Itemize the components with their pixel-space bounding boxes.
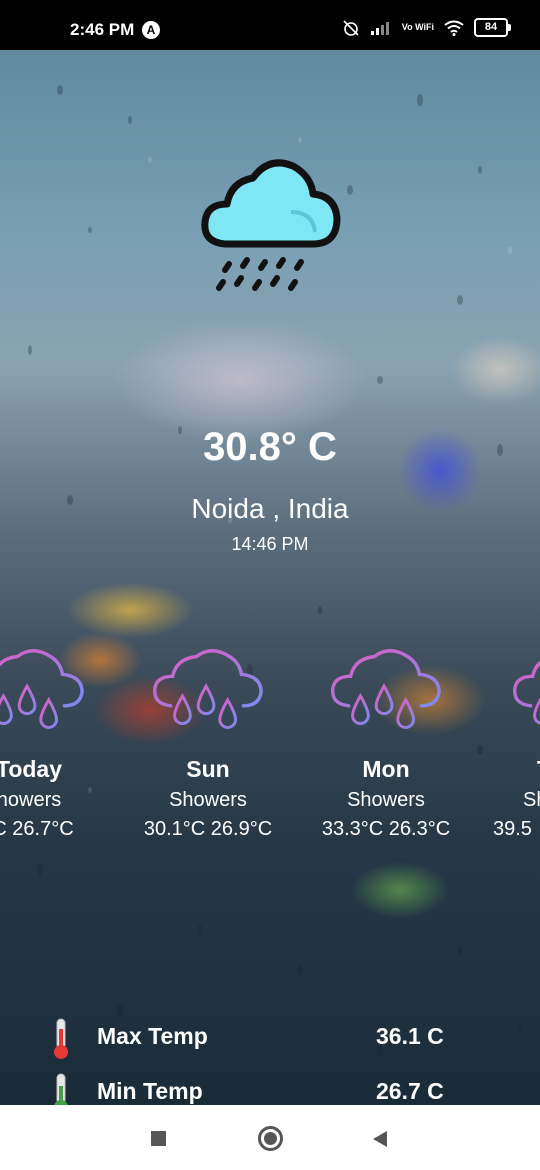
detail-label: Min Temp [97, 1078, 203, 1104]
current-location: Noida , India [191, 493, 349, 524]
a-circle-icon: A [142, 21, 160, 39]
detail-value: 26.7 C [376, 1078, 444, 1104]
current-time: 14:46 PM [231, 534, 309, 554]
status-bar: 2:46 PM A Vo WiFi 84 [0, 0, 540, 50]
forecast-condition: Showers [169, 789, 247, 811]
showers-icon [0, 648, 88, 738]
showers-icon [149, 648, 267, 738]
back-button[interactable] [372, 1131, 388, 1147]
forecast-card-sun[interactable]: Sun Showers 30.1°C 26.9°C [128, 648, 288, 841]
status-time: 2:46 PM [70, 20, 135, 39]
thermometer-hot-icon [54, 1018, 68, 1059]
forecast-card-mon[interactable]: Mon Showers 33.3°C 26.3°C [306, 648, 466, 841]
forecast-temps: 33.3°C 26.3°C [321, 818, 451, 840]
status-icons: Vo WiFi 84 [342, 18, 511, 37]
detail-value: 36.1 C [376, 1023, 444, 1049]
forecast-temps: 30.1°C 26.9°C [143, 818, 273, 840]
current-temperature: 30.8° C [203, 425, 337, 469]
battery-icon: 84 [474, 18, 511, 37]
wifi-icon [444, 20, 464, 36]
forecast-day: Sun [186, 756, 230, 782]
home-button[interactable] [258, 1126, 283, 1151]
forecast-condition: Showers [347, 789, 425, 811]
signal-icon [370, 21, 389, 35]
forecast-condition: Sh [523, 789, 540, 811]
showers-icon [509, 648, 540, 738]
forecast-card-tue[interactable]: T Sh 39.5 [485, 648, 540, 841]
forecast-day: Mon [362, 756, 410, 782]
forecast-condition: howers [0, 789, 62, 811]
forecast-temps: °C 26.7°C [0, 818, 74, 840]
forecast-card-today[interactable]: Today howers °C 26.7°C [0, 648, 109, 841]
recents-button[interactable] [151, 1131, 166, 1146]
forecast-temps: 39.5 [493, 818, 532, 840]
navigation-bar [0, 1105, 540, 1170]
showers-icon [327, 648, 445, 738]
rain-cloud-icon [201, 159, 341, 291]
max-temp-row: Max Temp 36.1 C [0, 1015, 540, 1059]
vowifi-label: Vo WiFi [401, 22, 434, 32]
forecast-day: T [485, 756, 540, 783]
alarm-off-icon [343, 19, 359, 36]
forecast-day: Today [0, 756, 63, 782]
detail-label: Max Temp [97, 1023, 208, 1049]
